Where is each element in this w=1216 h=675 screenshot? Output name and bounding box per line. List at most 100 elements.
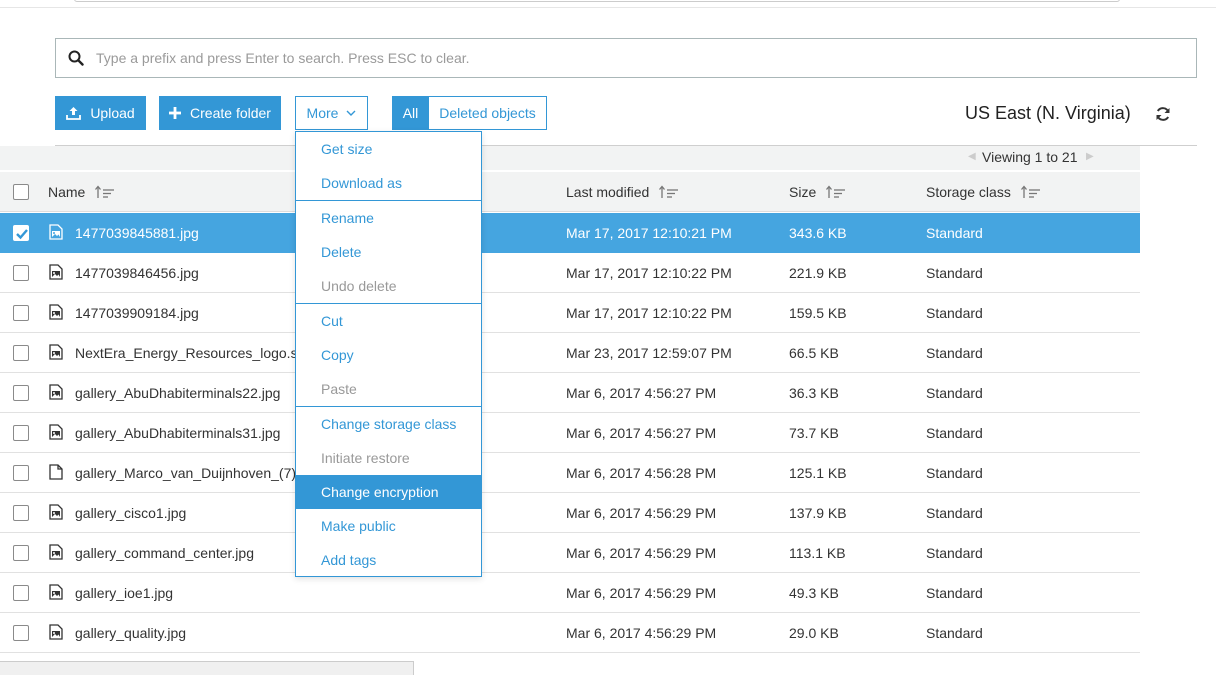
row-checkbox[interactable] (13, 345, 29, 361)
file-name[interactable]: 1477039909184.jpg (75, 305, 199, 321)
column-header-storage-class[interactable]: Storage class (926, 184, 1041, 200)
column-header-last-modified[interactable]: Last modified (566, 184, 679, 200)
menu-separator (296, 406, 481, 407)
region-label: US East (N. Virginia) (965, 103, 1131, 123)
file-name[interactable]: gallery_quality.jpg (75, 625, 186, 641)
last-modified: Mar 6, 2017 4:56:29 PM (566, 625, 717, 641)
select-all-checkbox[interactable] (13, 184, 29, 200)
row-checkbox[interactable] (13, 425, 29, 441)
filter-all-label: All (402, 105, 419, 121)
storage-class: Standard (926, 225, 983, 241)
menu-item-download-as[interactable]: Download as (296, 166, 481, 200)
file-size: 159.5 KB (789, 305, 847, 321)
more-dropdown-button[interactable]: More (295, 96, 368, 130)
last-modified: Mar 6, 2017 4:56:29 PM (566, 585, 717, 601)
row-checkbox[interactable] (13, 505, 29, 521)
image-file-icon (49, 504, 63, 523)
filter-all-button[interactable]: All (392, 96, 429, 130)
top-divider (0, 7, 1216, 8)
table-header: Name Last modified Size Storage class (0, 172, 1140, 212)
next-page-icon[interactable]: ▶ (1086, 151, 1094, 162)
sort-icon[interactable] (1020, 185, 1041, 199)
table-row[interactable]: gallery_ioe1.jpg Mar 6, 2017 4:56:29 PM 49… (0, 573, 1140, 613)
row-checkbox[interactable] (13, 465, 29, 481)
storage-class: Standard (926, 585, 983, 601)
table-row[interactable]: gallery_AbuDhabiterminals22.jpg Mar 6, 20… (0, 373, 1140, 413)
menu-item-add-tags[interactable]: Add tags (296, 543, 481, 577)
file-icon (49, 464, 63, 483)
last-modified: Mar 6, 2017 4:56:27 PM (566, 385, 717, 401)
browser-address-bar (74, 0, 1120, 2)
file-name[interactable]: 1477039845881.jpg (75, 225, 199, 241)
file-size: 113.1 KB (789, 545, 846, 561)
file-name[interactable]: gallery_ioe1.jpg (75, 585, 173, 601)
file-size: 66.5 KB (789, 345, 839, 361)
storage-class: Standard (926, 385, 983, 401)
refresh-icon[interactable] (1155, 106, 1171, 127)
menu-separator (296, 200, 481, 201)
menu-item-cut[interactable]: Cut (296, 304, 481, 338)
previous-page-icon[interactable]: ◀ (968, 151, 976, 162)
filter-deleted-objects-button[interactable]: Deleted objects (428, 96, 547, 130)
table-row[interactable]: 1477039909184.jpg Mar 17, 2017 12:10:22 P… (0, 293, 1140, 333)
image-file-icon (49, 624, 63, 643)
upload-button[interactable]: Upload (55, 96, 146, 130)
file-name[interactable]: gallery_AbuDhabiterminals22.jpg (75, 385, 280, 401)
storage-class: Standard (926, 625, 983, 641)
storage-class: Standard (926, 545, 983, 561)
table-row[interactable]: gallery_command_center.jpg Mar 6, 2017 4:… (0, 533, 1140, 573)
storage-class: Standard (926, 425, 983, 441)
menu-item-change-encryption[interactable]: Change encryption (296, 475, 481, 509)
more-dropdown-menu: Get size Download as Rename Delete Undo dele… (295, 131, 482, 577)
file-size: 29.0 KB (789, 625, 839, 641)
deleted-objects-label: Deleted objects (439, 105, 536, 121)
image-file-icon (49, 424, 63, 443)
search-icon (56, 50, 96, 66)
file-name[interactable]: gallery_Marco_van_Duijnhoven_(7) (75, 465, 296, 481)
file-size: 36.3 KB (789, 385, 839, 401)
row-checkbox[interactable] (13, 385, 29, 401)
file-name[interactable]: NextEra_Energy_Resources_logo.s (75, 345, 298, 361)
menu-item-rename[interactable]: Rename (296, 201, 481, 235)
table-row[interactable]: NextEra_Energy_Resources_logo.s Mar 23, 2… (0, 333, 1140, 373)
file-name[interactable]: gallery_AbuDhabiterminals31.jpg (75, 425, 280, 441)
table-row[interactable]: 1477039845881.jpg Mar 17, 2017 12:10:21 P… (0, 213, 1140, 253)
row-checkbox[interactable] (13, 625, 29, 641)
row-checkbox[interactable] (13, 265, 29, 281)
menu-item-make-public[interactable]: Make public (296, 509, 481, 543)
row-checkbox[interactable] (13, 545, 29, 561)
file-size: 343.6 KB (789, 225, 847, 241)
file-size: 125.1 KB (789, 465, 847, 481)
sort-icon[interactable] (659, 185, 679, 199)
menu-item-delete[interactable]: Delete (296, 235, 481, 269)
image-file-icon (49, 264, 63, 283)
column-header-name[interactable]: Name (48, 184, 115, 200)
menu-item-copy[interactable]: Copy (296, 338, 481, 372)
column-header-size[interactable]: Size (789, 184, 846, 200)
sort-icon[interactable] (826, 185, 846, 199)
last-modified: Mar 6, 2017 4:56:29 PM (566, 545, 717, 561)
table-row[interactable]: gallery_quality.jpg Mar 6, 2017 4:56:29 P… (0, 613, 1140, 653)
image-file-icon (49, 304, 63, 323)
image-file-icon (49, 344, 63, 363)
file-name[interactable]: gallery_cisco1.jpg (75, 505, 186, 521)
create-folder-button[interactable]: Create folder (159, 96, 281, 130)
row-checkbox[interactable] (13, 305, 29, 321)
search-box[interactable] (55, 38, 1197, 78)
image-file-icon (49, 544, 63, 563)
row-checkbox[interactable] (13, 585, 29, 601)
sort-icon[interactable] (95, 185, 115, 199)
table-row[interactable]: gallery_Marco_van_Duijnhoven_(7) Mar 6, 2… (0, 453, 1140, 493)
file-name[interactable]: gallery_command_center.jpg (75, 545, 254, 561)
file-name[interactable]: 1477039846456.jpg (75, 265, 199, 281)
column-name-label: Name (48, 184, 86, 200)
menu-item-undo-delete: Undo delete (321, 278, 397, 294)
menu-item-get-size[interactable]: Get size (296, 132, 481, 166)
table-row[interactable]: gallery_AbuDhabiterminals31.jpg Mar 6, 20… (0, 413, 1140, 453)
row-checkbox[interactable] (13, 225, 29, 241)
table-row[interactable]: gallery_cisco1.jpg Mar 6, 2017 4:56:29 PM… (0, 493, 1140, 533)
menu-item-change-storage-class[interactable]: Change storage class (296, 407, 481, 441)
search-input[interactable] (96, 50, 1196, 66)
storage-class: Standard (926, 305, 983, 321)
table-row[interactable]: 1477039846456.jpg Mar 17, 2017 12:10:22 P… (0, 253, 1140, 293)
